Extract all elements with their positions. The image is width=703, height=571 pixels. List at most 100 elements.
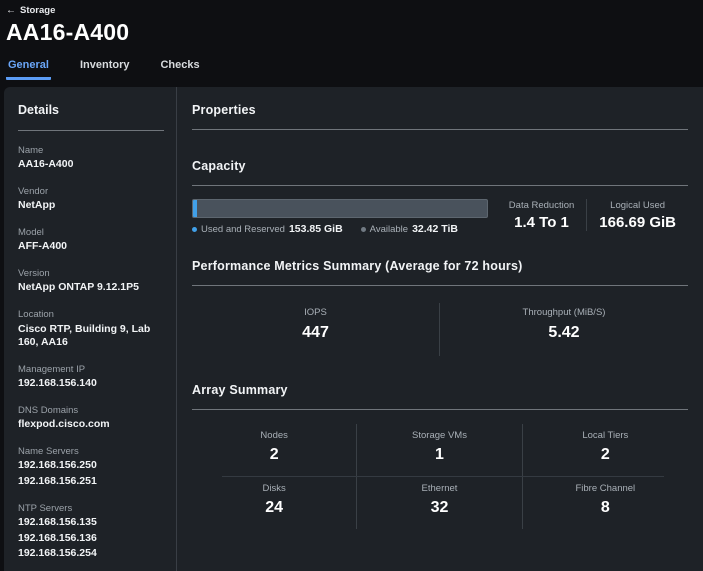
field-label: Name Servers bbox=[18, 446, 164, 457]
capacity-title: Capacity bbox=[192, 159, 688, 173]
capacity-bar bbox=[192, 199, 488, 218]
stat-value: 1.4 To 1 bbox=[509, 214, 574, 231]
stat-value: 1 bbox=[357, 446, 521, 464]
detail-field-name: Name AA16-A400 bbox=[18, 145, 164, 172]
field-value: 192.168.156.140 bbox=[18, 377, 164, 391]
array-summary-row: Nodes 2 Storage VMs 1 Local Tiers 2 bbox=[192, 424, 688, 476]
nodes-stat: Nodes 2 bbox=[192, 424, 357, 476]
field-label: Name bbox=[18, 145, 164, 156]
used-legend-label: Used and Reserved bbox=[201, 224, 285, 235]
stat-value: 2 bbox=[192, 446, 356, 464]
stat-value: 166.69 GiB bbox=[599, 214, 676, 231]
stat-value: 32 bbox=[357, 499, 521, 517]
array-summary-grid: Nodes 2 Storage VMs 1 Local Tiers 2 bbox=[192, 424, 688, 529]
metric-label: IOPS bbox=[192, 307, 439, 318]
field-value: 192.168.156.135 bbox=[18, 516, 164, 530]
details-divider bbox=[18, 130, 164, 131]
properties-divider bbox=[192, 129, 688, 130]
array-summary-title: Array Summary bbox=[192, 383, 688, 397]
field-value: Cisco RTP, Building 9, Lab 160, AA16 bbox=[18, 323, 164, 350]
stat-label: Storage VMs bbox=[357, 430, 521, 441]
field-label: Management IP bbox=[18, 364, 164, 375]
array-summary-divider bbox=[192, 409, 688, 410]
performance-divider bbox=[192, 285, 688, 286]
detail-field-location: Location Cisco RTP, Building 9, Lab 160,… bbox=[18, 309, 164, 350]
content-panel: Details Name AA16-A400 Vendor NetApp Mod… bbox=[4, 87, 703, 571]
capacity-bar-block: Used and Reserved 153.85 GiB Available 3… bbox=[192, 199, 488, 235]
performance-section: Performance Metrics Summary (Average for… bbox=[192, 259, 688, 356]
iops-metric: IOPS 447 bbox=[192, 303, 440, 356]
detail-field-management-ip: Management IP 192.168.156.140 bbox=[18, 364, 164, 391]
details-sidebar: Details Name AA16-A400 Vendor NetApp Mod… bbox=[4, 87, 177, 571]
detail-field-ntp-servers: NTP Servers 192.168.156.135 192.168.156.… bbox=[18, 503, 164, 561]
available-legend-label: Available bbox=[370, 224, 408, 235]
stat-value: 2 bbox=[523, 446, 688, 464]
stat-label: Ethernet bbox=[357, 483, 521, 494]
available-legend-dot-icon bbox=[361, 227, 366, 232]
detail-field-dns-domains: DNS Domains flexpod.cisco.com bbox=[18, 405, 164, 432]
field-value: AFF-A400 bbox=[18, 240, 164, 254]
storage-vms-stat: Storage VMs 1 bbox=[357, 424, 522, 476]
stat-label: Logical Used bbox=[599, 200, 676, 211]
stat-value: 24 bbox=[192, 499, 356, 517]
logical-used-stat: Logical Used 166.69 GiB bbox=[587, 199, 688, 231]
field-label: DNS Domains bbox=[18, 405, 164, 416]
detail-field-name-servers: Name Servers 192.168.156.250 192.168.156… bbox=[18, 446, 164, 489]
array-summary-section: Array Summary Nodes 2 Storage VMs 1 bbox=[192, 383, 688, 529]
properties-section: Properties bbox=[192, 103, 688, 130]
field-value: NetApp bbox=[18, 199, 164, 213]
capacity-section: Capacity Used and Reserved 153.85 GiB bbox=[192, 159, 688, 235]
field-value: flexpod.cisco.com bbox=[18, 418, 164, 432]
metric-value: 447 bbox=[192, 324, 439, 342]
tab-checks[interactable]: Checks bbox=[158, 59, 201, 80]
back-arrow-icon[interactable]: ← bbox=[6, 6, 16, 16]
tab-general[interactable]: General bbox=[6, 59, 51, 80]
fibre-channel-stat: Fibre Channel 8 bbox=[523, 477, 688, 529]
field-value: 192.168.156.250 bbox=[18, 459, 164, 473]
field-label: Location bbox=[18, 309, 164, 320]
breadcrumb-label[interactable]: Storage bbox=[20, 5, 55, 16]
field-label: NTP Servers bbox=[18, 503, 164, 514]
field-label: Version bbox=[18, 268, 164, 279]
capacity-bar-used-segment bbox=[193, 200, 197, 217]
stat-value: 8 bbox=[523, 499, 688, 517]
array-summary-row: Disks 24 Ethernet 32 Fibre Channel 8 bbox=[192, 477, 688, 529]
tab-inventory[interactable]: Inventory bbox=[78, 59, 132, 80]
disks-stat: Disks 24 bbox=[192, 477, 357, 529]
field-label: Vendor bbox=[18, 186, 164, 197]
capacity-stats: Data Reduction 1.4 To 1 Logical Used 166… bbox=[497, 199, 688, 231]
data-reduction-stat: Data Reduction 1.4 To 1 bbox=[497, 199, 586, 231]
field-value: 192.168.156.136 bbox=[18, 532, 164, 546]
page-header: ← Storage AA16-A400 General Inventory Ch… bbox=[0, 0, 703, 80]
properties-title: Properties bbox=[192, 103, 688, 117]
capacity-row: Used and Reserved 153.85 GiB Available 3… bbox=[192, 199, 688, 235]
stat-label: Nodes bbox=[192, 430, 356, 441]
performance-title: Performance Metrics Summary (Average for… bbox=[192, 259, 688, 273]
ethernet-stat: Ethernet 32 bbox=[357, 477, 522, 529]
details-title: Details bbox=[18, 103, 164, 117]
main-content: Properties Capacity Used and Reserved 15… bbox=[177, 87, 703, 571]
detail-field-vendor: Vendor NetApp bbox=[18, 186, 164, 213]
metric-value: 5.42 bbox=[440, 324, 688, 342]
breadcrumb[interactable]: ← Storage bbox=[6, 5, 703, 16]
field-value: AA16-A400 bbox=[18, 158, 164, 172]
page-title: AA16-A400 bbox=[6, 19, 703, 46]
used-legend-value: 153.85 GiB bbox=[289, 223, 343, 235]
field-value: NetApp ONTAP 9.12.1P5 bbox=[18, 281, 164, 295]
tab-bar: General Inventory Checks bbox=[6, 59, 703, 80]
stat-label: Data Reduction bbox=[509, 200, 574, 211]
detail-field-version: Version NetApp ONTAP 9.12.1P5 bbox=[18, 268, 164, 295]
available-legend-value: 32.42 TiB bbox=[412, 223, 458, 235]
detail-field-model: Model AFF-A400 bbox=[18, 227, 164, 254]
storage-detail-screen: ← Storage AA16-A400 General Inventory Ch… bbox=[0, 0, 703, 571]
capacity-legend: Used and Reserved 153.85 GiB Available 3… bbox=[192, 223, 488, 235]
metric-label: Throughput (MiB/S) bbox=[440, 307, 688, 318]
capacity-divider bbox=[192, 185, 688, 186]
field-value: 192.168.156.251 bbox=[18, 475, 164, 489]
stat-label: Disks bbox=[192, 483, 356, 494]
throughput-metric: Throughput (MiB/S) 5.42 bbox=[440, 303, 688, 356]
local-tiers-stat: Local Tiers 2 bbox=[523, 424, 688, 476]
performance-metrics-row: IOPS 447 Throughput (MiB/S) 5.42 bbox=[192, 303, 688, 356]
stat-label: Local Tiers bbox=[523, 430, 688, 441]
field-label: Model bbox=[18, 227, 164, 238]
